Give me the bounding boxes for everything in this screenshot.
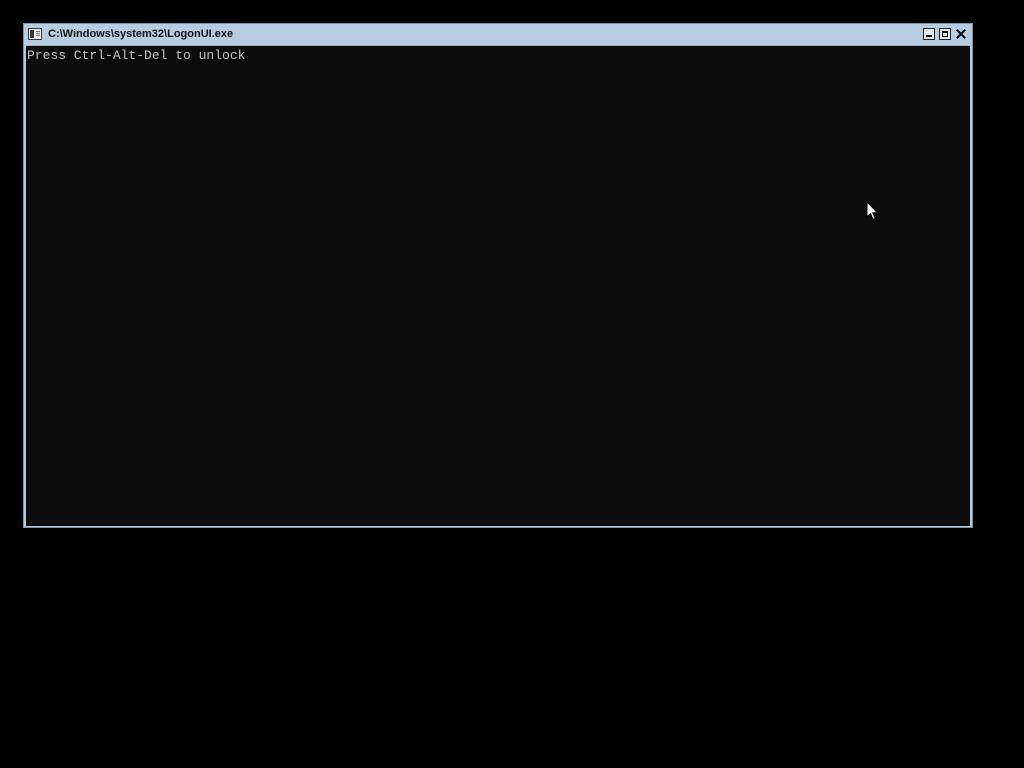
console-line: Press Ctrl-Alt-Del to unlock <box>27 48 246 63</box>
mouse-pointer-icon <box>866 201 878 221</box>
console-window[interactable]: C:\Windows\system32\LogonUI.exe Press Ct… <box>23 23 973 528</box>
window-title: C:\Windows\system32\LogonUI.exe <box>48 28 234 40</box>
desktop: C:\Windows\system32\LogonUI.exe Press Ct… <box>0 0 1024 768</box>
console-output[interactable]: Press Ctrl-Alt-Del to unlock <box>26 45 970 526</box>
maximize-button[interactable] <box>939 28 951 40</box>
close-button[interactable] <box>955 28 967 40</box>
minimize-button[interactable] <box>923 28 935 40</box>
console-app-icon[interactable] <box>28 28 42 40</box>
title-bar[interactable]: C:\Windows\system32\LogonUI.exe <box>24 24 972 45</box>
